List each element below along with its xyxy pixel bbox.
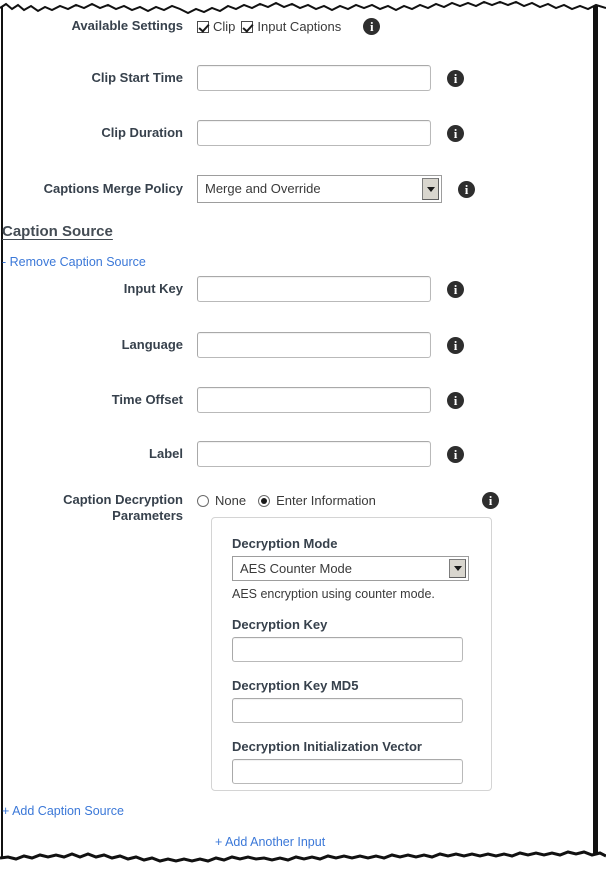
clip-start-time-input[interactable] [197, 65, 431, 91]
clip-duration-input[interactable] [197, 120, 431, 146]
label-decryption-key: Decryption Key [232, 617, 328, 632]
captions-merge-policy-value: Merge and Override [205, 181, 321, 196]
checkbox-input-captions-label: Input Captions [257, 19, 342, 34]
language-controls: i [197, 332, 464, 358]
add-caption-source-link[interactable]: + Add Caption Source [2, 804, 124, 818]
label-input[interactable] [197, 441, 431, 467]
decryption-mode-hint: AES encryption using counter mode. [232, 587, 435, 601]
label-clip-start-time: Clip Start Time [91, 70, 183, 85]
caption-decryption-radio-controls: None Enter Information i [197, 492, 499, 509]
decryption-mode-value: AES Counter Mode [240, 561, 353, 576]
row-input-key: Input Key i [0, 276, 606, 302]
clip-duration-controls: i [197, 120, 464, 146]
checkbox-input-captions-box[interactable] [241, 20, 254, 33]
available-settings-controls: Clip Input Captions i [197, 18, 381, 35]
decryption-parameters-panel: Decryption Mode AES Counter Mode AES enc… [211, 517, 492, 791]
available-settings-checkbox-group: Clip Input Captions [197, 19, 347, 34]
row-clip-start-time: Clip Start Time i [0, 65, 606, 91]
label-clip-duration: Clip Duration [101, 125, 183, 140]
decryption-key-md5-input[interactable] [232, 698, 463, 723]
info-icon-time-offset[interactable]: i [447, 391, 464, 409]
decryption-mode-select[interactable]: AES Counter Mode [232, 556, 469, 581]
label-label: Label [149, 446, 183, 461]
radio-enter-information[interactable]: Enter Information [258, 493, 376, 508]
label-captions-merge-policy: Captions Merge Policy [43, 181, 183, 196]
remove-caption-source-link[interactable]: - Remove Caption Source [2, 255, 146, 269]
chevron-down-icon[interactable] [422, 178, 439, 200]
row-label: Label i [0, 441, 606, 467]
row-available-settings: Available Settings Clip Input Captions i [0, 18, 606, 35]
decryption-iv-group: Decryption Initialization Vector [232, 739, 491, 784]
radio-none-dot[interactable] [197, 494, 209, 507]
decryption-initialization-vector-input[interactable] [232, 759, 463, 784]
decryption-mode-group: Decryption Mode AES Counter Mode AES enc… [232, 536, 491, 601]
info-icon-input-key[interactable]: i [447, 280, 464, 298]
torn-page-sheet: Available Settings Clip Input Captions i… [0, 0, 606, 870]
info-icon-captions-merge-policy[interactable]: i [458, 180, 475, 198]
row-clip-duration: Clip Duration i [0, 120, 606, 146]
caption-source-heading: Caption Source [2, 223, 113, 240]
label-decryption-initialization-vector: Decryption Initialization Vector [232, 739, 422, 754]
label-language: Language [121, 337, 183, 352]
info-icon-label[interactable]: i [447, 445, 464, 463]
label-available-settings: Available Settings [71, 18, 184, 33]
row-language: Language i [0, 332, 606, 358]
info-icon-clip-start-time[interactable]: i [447, 69, 464, 87]
checkbox-clip-box[interactable] [197, 20, 209, 33]
label-caption-decryption-parameters-line1: Caption Decryption [63, 492, 183, 507]
radio-none-label: None [215, 493, 247, 508]
label-input-key: Input Key [123, 281, 183, 296]
label-caption-decryption-parameters: Caption Decryption Parameters [0, 492, 197, 524]
language-input[interactable] [197, 332, 431, 358]
add-another-input-link[interactable]: + Add Another Input [215, 835, 325, 849]
captions-merge-policy-select[interactable]: Merge and Override [197, 175, 442, 203]
info-icon-language[interactable]: i [447, 336, 464, 354]
checkbox-input-captions[interactable]: Input Captions [241, 19, 341, 34]
chevron-down-icon[interactable] [449, 559, 466, 578]
label-decryption-mode: Decryption Mode [232, 536, 338, 551]
row-time-offset: Time Offset i [0, 387, 606, 413]
label-time-offset: Time Offset [111, 392, 183, 407]
radio-enter-information-dot[interactable] [258, 494, 271, 507]
caption-decryption-radio-group: None Enter Information [197, 492, 482, 508]
radio-enter-information-label: Enter Information [276, 493, 376, 508]
row-captions-merge-policy: Captions Merge Policy Merge and Override… [0, 175, 606, 203]
checkbox-clip-label: Clip [213, 19, 236, 34]
label-controls: i [197, 441, 464, 467]
time-offset-input[interactable] [197, 387, 431, 413]
checkbox-clip[interactable]: Clip [197, 19, 235, 34]
decryption-key-group: Decryption Key [232, 617, 491, 662]
decryption-key-md5-group: Decryption Key MD5 [232, 678, 491, 723]
label-decryption-key-md5: Decryption Key MD5 [232, 678, 359, 693]
info-icon-available-settings[interactable]: i [363, 18, 381, 35]
input-key-controls: i [197, 276, 464, 302]
captions-merge-policy-controls: Merge and Override i [197, 175, 475, 203]
info-icon-caption-decryption-parameters[interactable]: i [482, 492, 499, 509]
radio-none[interactable]: None [197, 493, 246, 508]
time-offset-controls: i [197, 387, 464, 413]
info-icon-clip-duration[interactable]: i [447, 124, 464, 142]
decryption-key-input[interactable] [232, 637, 463, 662]
label-caption-decryption-parameters-line2: Parameters [112, 508, 183, 523]
clip-start-time-controls: i [197, 65, 464, 91]
input-key-input[interactable] [197, 276, 431, 302]
